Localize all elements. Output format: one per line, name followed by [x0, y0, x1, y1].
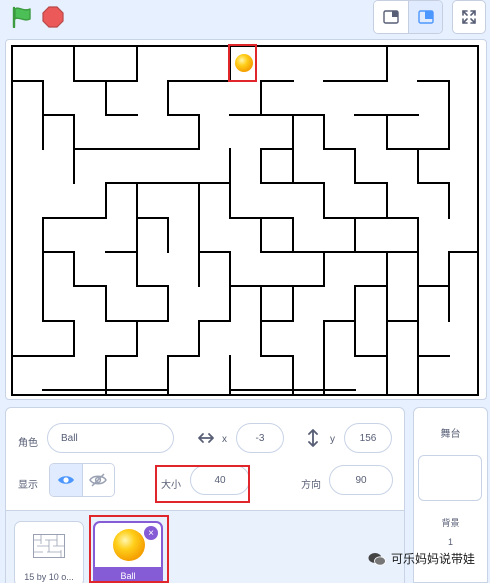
normal-stage-button[interactable]	[408, 1, 442, 33]
sprite-name-value: Ball	[61, 432, 78, 444]
size-input[interactable]: 40	[190, 465, 250, 495]
stage-canvas[interactable]	[5, 39, 487, 400]
watermark-text: 可乐妈妈说带娃	[391, 552, 476, 566]
horizontal-arrows-icon	[198, 433, 214, 443]
watermark: 可乐妈妈说带娃	[368, 550, 475, 567]
y-value: 156	[359, 432, 377, 444]
sprite-name-input[interactable]: Ball	[47, 423, 174, 453]
sprite-tile-maze[interactable]: 15 by 10 o...	[14, 521, 84, 583]
sprite-tile-label: 15 by 10 o...	[24, 572, 74, 582]
normal-stage-icon	[417, 10, 434, 24]
direction-value: 90	[355, 474, 367, 486]
sprite-tile-label: Ball	[95, 567, 161, 583]
sprite-list: 15 by 10 o... × Ball	[6, 510, 404, 583]
stage-size-toggle	[373, 0, 443, 34]
backdrops-label: 背景	[441, 518, 460, 528]
show-label: 显示	[18, 480, 38, 491]
vertical-arrows-icon	[308, 429, 318, 447]
small-stage-button[interactable]	[374, 1, 408, 33]
small-stage-icon	[383, 10, 399, 24]
sprite-name-label: 角色	[18, 438, 38, 449]
fullscreen-button[interactable]	[452, 0, 486, 34]
y-label: y	[330, 434, 335, 445]
stage-thumbnail[interactable]	[418, 455, 482, 501]
maze-backdrop	[11, 45, 479, 396]
ball-thumbnail-icon	[113, 529, 145, 561]
x-value: -3	[255, 432, 265, 444]
size-value: 40	[214, 474, 226, 486]
wechat-icon	[368, 552, 386, 566]
sprite-info-panel: 角色 Ball x -3 y 156 显示 大小 40 方向 90 15 by …	[5, 407, 405, 583]
x-input[interactable]: -3	[236, 423, 284, 453]
show-sprite-button[interactable]	[50, 464, 82, 496]
close-icon: ×	[148, 527, 154, 539]
green-flag-icon[interactable]	[10, 6, 34, 28]
x-label: x	[222, 434, 227, 445]
direction-label: 方向	[301, 480, 321, 491]
size-label: 大小	[161, 480, 181, 491]
hide-sprite-button[interactable]	[81, 464, 114, 496]
visibility-toggle	[49, 463, 115, 497]
stage-title: 舞台	[440, 429, 461, 440]
delete-sprite-button[interactable]: ×	[144, 526, 158, 540]
stage-toolbar	[0, 0, 490, 36]
stop-icon[interactable]	[42, 6, 64, 28]
sprite-properties: 角色 Ball x -3 y 156 显示 大小 40 方向 90	[6, 408, 404, 510]
fullscreen-icon	[462, 10, 476, 24]
sprite-tile-ball[interactable]: × Ball	[93, 521, 163, 583]
eye-icon	[57, 476, 74, 484]
backdrops-count: 1	[447, 537, 453, 547]
eye-slash-icon	[89, 473, 108, 487]
ball-sprite[interactable]	[235, 54, 253, 72]
maze-thumbnail-icon	[33, 534, 65, 558]
y-input[interactable]: 156	[344, 423, 392, 453]
direction-input[interactable]: 90	[329, 465, 393, 495]
